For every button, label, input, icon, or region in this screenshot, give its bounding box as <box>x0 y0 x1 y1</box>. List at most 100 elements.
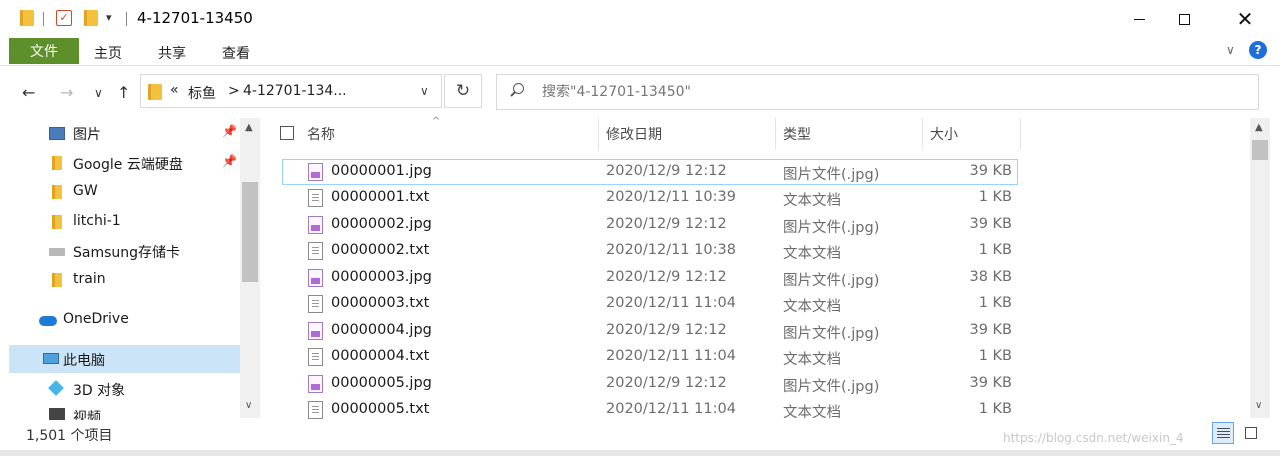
file-row[interactable]: 00000004.txt 2020/12/11 11:04 文本文档 1 KB <box>282 344 1018 370</box>
navigation-pane: 图片 📌 Google 云端硬盘 📌 GW litchi-1 Samsung存储… <box>0 118 262 420</box>
sidebar-item-litchi[interactable]: litchi-1 <box>9 208 240 236</box>
expand-ribbon-icon[interactable]: ∨ <box>1226 43 1235 57</box>
jpg-file-icon <box>308 163 323 181</box>
this-pc-icon <box>43 351 59 367</box>
recent-locations-button[interactable]: ∨ <box>94 86 103 100</box>
file-type: 文本文档 <box>783 352 841 368</box>
minimize-icon <box>1133 18 1145 20</box>
details-view-button[interactable] <box>1212 422 1234 444</box>
file-row[interactable]: 00000005.jpg 2020/12/9 12:12 图片文件(.jpg) … <box>282 371 1018 397</box>
column-divider[interactable] <box>775 118 776 150</box>
large-icons-view-button[interactable] <box>1240 422 1262 444</box>
sidebar-item-label: Google 云端硬盘 <box>73 157 183 173</box>
folder-icon <box>20 10 36 28</box>
search-icon <box>510 83 524 97</box>
tab-view[interactable]: 查看 <box>222 43 250 63</box>
file-date: 2020/12/9 12:12 <box>606 322 727 338</box>
scroll-up-icon[interactable]: ▲ <box>1255 122 1263 133</box>
column-header-size[interactable]: 大小 <box>930 118 958 150</box>
sidebar-item-3d-objects[interactable]: 3D 对象 <box>9 375 240 403</box>
column-header-type[interactable]: 类型 <box>783 118 811 150</box>
breadcrumb-item-current[interactable]: 4-12701-134... <box>243 83 347 99</box>
file-type: 文本文档 <box>783 299 841 315</box>
sidebar-scroll-thumb[interactable] <box>242 182 258 282</box>
search-box[interactable] <box>496 74 1259 110</box>
tab-file[interactable]: 文件 <box>9 38 79 64</box>
sidebar-item-this-pc[interactable]: 此电脑 <box>9 345 240 373</box>
address-dropdown-icon[interactable]: ∨ <box>420 84 429 98</box>
customize-quick-access-icon[interactable]: ▾ <box>106 11 112 24</box>
sidebar-scrollbar[interactable]: ▲ ∨ <box>240 118 260 418</box>
file-row[interactable]: 00000004.jpg 2020/12/9 12:12 图片文件(.jpg) … <box>282 318 1018 344</box>
large-icons-view-icon <box>1245 427 1257 439</box>
item-count: 1,501 个项目 <box>26 428 113 444</box>
txt-file-icon <box>308 189 323 207</box>
file-name: 00000005.txt <box>331 401 430 417</box>
sidebar-item-onedrive[interactable]: OneDrive <box>9 306 240 334</box>
file-size: 1 KB <box>978 401 1012 417</box>
jpg-file-icon <box>308 216 323 234</box>
file-row[interactable]: 00000001.jpg 2020/12/9 12:12 图片文件(.jpg) … <box>282 159 1018 185</box>
scroll-down-icon[interactable]: ∨ <box>245 400 252 411</box>
file-name: 00000001.txt <box>331 189 430 205</box>
file-name: 00000003.txt <box>331 295 430 311</box>
pin-icon: 📌 <box>222 154 237 168</box>
column-divider[interactable] <box>922 118 923 150</box>
sidebar-item-label: OneDrive <box>63 311 129 327</box>
jpg-file-icon <box>308 375 323 393</box>
sidebar-item-label: 视频 <box>73 410 101 420</box>
scroll-up-icon[interactable]: ▲ <box>245 122 253 133</box>
tab-home[interactable]: 主页 <box>94 43 122 63</box>
sidebar-item-pictures[interactable]: 图片 📌 <box>9 119 240 147</box>
address-bar[interactable]: « 标鱼 > 4-12701-134... ∨ <box>140 74 442 108</box>
search-input[interactable] <box>542 84 1142 100</box>
file-list-scrollbar[interactable]: ▲ ∨ <box>1250 118 1270 418</box>
maximize-button[interactable] <box>1161 0 1207 38</box>
file-size: 39 KB <box>969 163 1012 179</box>
txt-file-icon <box>308 242 323 260</box>
up-button[interactable]: ↑ <box>117 83 130 102</box>
refresh-button[interactable]: ↻ <box>444 74 482 108</box>
sidebar-item-label: 图片 <box>73 127 101 143</box>
back-button[interactable]: ← <box>22 83 35 102</box>
file-row[interactable]: 00000003.txt 2020/12/11 11:04 文本文档 1 KB <box>282 291 1018 317</box>
minimize-button[interactable] <box>1116 0 1162 38</box>
column-divider[interactable] <box>1020 118 1021 150</box>
file-type: 文本文档 <box>783 193 841 209</box>
column-header-date[interactable]: 修改日期 <box>606 118 662 150</box>
select-all-checkbox[interactable] <box>280 126 294 140</box>
navigation-bar: ← → ∨ ↑ « 标鱼 > 4-12701-134... ∨ ↻ <box>0 66 1280 116</box>
folder-icon <box>49 214 65 230</box>
sidebar-item-train[interactable]: train <box>9 266 240 294</box>
help-icon[interactable]: ? <box>1249 41 1267 59</box>
breadcrumb-item-parent[interactable]: 标鱼 <box>188 83 216 103</box>
sidebar-item-videos[interactable]: 视频 <box>9 402 240 420</box>
file-row[interactable]: 00000002.jpg 2020/12/9 12:12 图片文件(.jpg) … <box>282 212 1018 238</box>
scroll-down-icon[interactable]: ∨ <box>1255 400 1262 411</box>
file-size: 1 KB <box>978 348 1012 364</box>
properties-check-icon[interactable]: ✓ <box>56 10 72 28</box>
tab-share[interactable]: 共享 <box>158 43 186 63</box>
forward-button[interactable]: → <box>60 83 73 102</box>
window-title: 4-12701-13450 <box>137 9 253 27</box>
sidebar-item-google-drive[interactable]: Google 云端硬盘 📌 <box>9 149 240 177</box>
sidebar-item-label: train <box>73 271 106 287</box>
file-row[interactable]: 00000001.txt 2020/12/11 10:39 文本文档 1 KB <box>282 185 1018 211</box>
breadcrumb-separator[interactable]: > <box>228 83 240 99</box>
videos-icon <box>49 408 65 420</box>
ribbon: 文件 主页 共享 查看 ∨ ? <box>0 38 1280 66</box>
file-row[interactable]: 00000002.txt 2020/12/11 10:38 文本文档 1 KB <box>282 238 1018 264</box>
file-row[interactable]: 00000003.jpg 2020/12/9 12:12 图片文件(.jpg) … <box>282 265 1018 291</box>
folder-icon <box>49 184 65 200</box>
file-name: 00000004.txt <box>331 348 430 364</box>
sidebar-item-gw[interactable]: GW <box>9 178 240 206</box>
close-button[interactable]: ✕ <box>1222 0 1268 38</box>
file-size: 1 KB <box>978 189 1012 205</box>
sidebar-item-samsung-card[interactable]: Samsung存储卡 <box>9 237 240 265</box>
breadcrumb-overflow[interactable]: « <box>170 82 179 98</box>
new-folder-icon[interactable] <box>84 10 100 28</box>
column-header-name[interactable]: 名称 <box>307 118 335 150</box>
column-divider[interactable] <box>598 118 599 150</box>
onedrive-icon <box>39 312 57 328</box>
file-list-scroll-thumb[interactable] <box>1252 140 1268 160</box>
